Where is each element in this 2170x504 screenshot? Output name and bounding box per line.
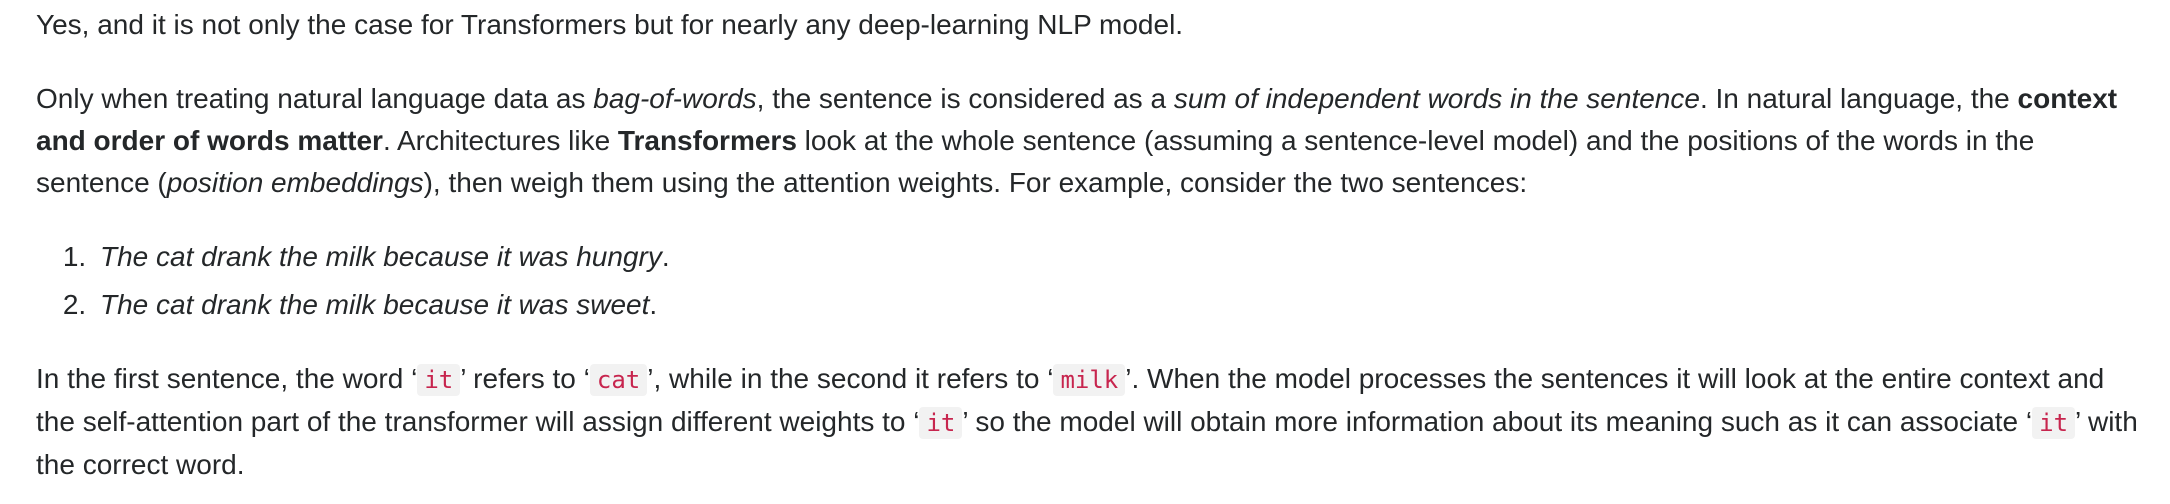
example-sentence: The cat drank the milk because it was sw…: [100, 289, 650, 320]
text-span: .: [661, 241, 670, 272]
inline-code: cat: [589, 364, 648, 396]
emphasis-position-embeddings: position embeddings: [166, 167, 424, 198]
text-span: ’ refers to ‘: [460, 363, 590, 394]
text-span: ), then weigh them using the attention w…: [423, 167, 1528, 198]
list-item: The cat drank the milk because it was hu…: [94, 236, 2146, 278]
text-span: ’ so the model will obtain more informat…: [962, 406, 2033, 437]
list-item: The cat drank the milk because it was sw…: [94, 284, 2146, 326]
example-sentence: The cat drank the milk because it was hu…: [100, 241, 662, 272]
text-span: ’, while in the second it refers to ‘: [647, 363, 1054, 394]
paragraph-explanation: Only when treating natural language data…: [36, 78, 2146, 204]
inline-code: it: [919, 407, 963, 439]
emphasis-bag-of-words: bag-of-words: [593, 83, 757, 114]
text-span: . In natural language, the: [1699, 83, 2018, 114]
text-span: Only when treating natural language data…: [36, 83, 594, 114]
text-span: . Architectures like: [382, 125, 618, 156]
emphasis-sum-of-words: sum of independent words in the sentence: [1173, 83, 1700, 114]
inline-code: it: [2032, 407, 2076, 439]
intro-text: Yes, and it is not only the case for Tra…: [36, 9, 1184, 40]
strong-transformers: Transformers: [617, 125, 797, 156]
inline-code: milk: [1053, 364, 1126, 396]
paragraph-intro: Yes, and it is not only the case for Tra…: [36, 4, 2146, 46]
answer-body: Yes, and it is not only the case for Tra…: [0, 4, 2146, 486]
text-span: In the first sentence, the word ‘: [36, 363, 418, 394]
text-span: .: [649, 289, 658, 320]
inline-code: it: [417, 364, 461, 396]
text-span: , the sentence is considered as a: [756, 83, 1174, 114]
paragraph-conclusion: In the first sentence, the word ‘it’ ref…: [36, 358, 2146, 486]
example-sentences-list: The cat drank the milk because it was hu…: [36, 236, 2146, 326]
